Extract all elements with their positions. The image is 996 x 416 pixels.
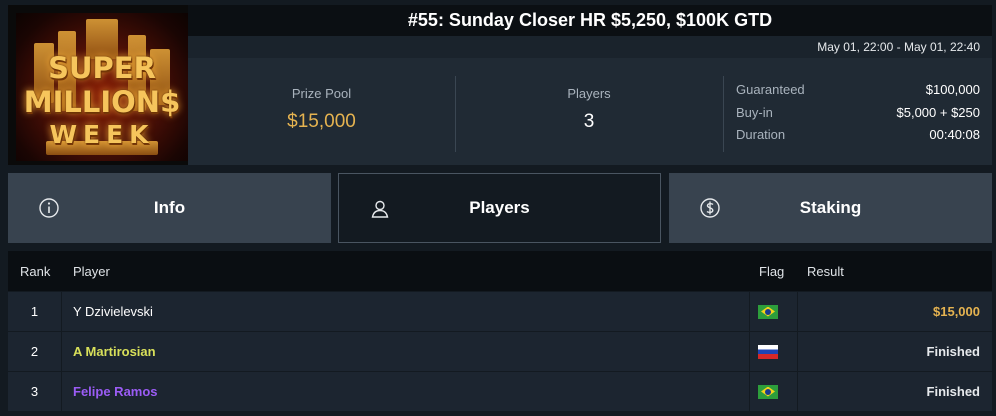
date-row: May 01, 22:00 - May 01, 22:40: [188, 36, 992, 58]
tournament-header: #55: Sunday Closer HR $5,250, $100K GTD: [188, 5, 992, 36]
result-cell: Finished: [926, 344, 980, 359]
brazil-flag-icon: [758, 384, 778, 399]
flag-cell: [758, 332, 778, 371]
players-value: 3: [583, 111, 595, 132]
logo-line-super: SUPER: [48, 51, 156, 85]
dollar-coin-icon: [700, 198, 720, 218]
header-rank: Rank: [20, 264, 51, 279]
tournament-title: #55: Sunday Closer HR $5,250, $100K GTD: [407, 10, 773, 30]
rank-cell: 1: [30, 304, 39, 319]
flag-cell: [758, 372, 778, 411]
tournament-dates: May 01, 22:00 - May 01, 22:40: [817, 40, 980, 54]
player-name[interactable]: A Martirosian: [73, 332, 156, 371]
guaranteed-value: $100,000: [925, 82, 980, 97]
russia-flag-icon: [758, 344, 778, 359]
tab-info[interactable]: Info: [8, 173, 331, 243]
table-row: 2 A Martirosian Finished: [8, 332, 992, 371]
player-name[interactable]: Y Dzivielevski: [73, 292, 153, 331]
tab-staking-label: Staking: [799, 198, 862, 217]
prize-pool-label: Prize Pool: [291, 86, 352, 101]
header-flag: Flag: [759, 264, 785, 279]
table-row: 1 Y Dzivielevski $15,000: [8, 292, 992, 331]
flag-cell: [758, 292, 778, 331]
logo-line-week: WEEK: [49, 120, 155, 149]
rank-cell: 2: [30, 344, 39, 359]
result-cell: $15,000: [933, 304, 980, 319]
prize-pool-stat: Prize Pool $15,000: [188, 58, 455, 165]
tab-staking[interactable]: Staking: [669, 173, 992, 243]
logo-line-millions: MILLION$: [23, 85, 181, 119]
brazil-flag-icon: [758, 304, 778, 319]
rank-cell: 3: [30, 384, 39, 399]
header-result: Result: [807, 264, 844, 279]
player-name[interactable]: Felipe Ramos: [73, 372, 158, 411]
user-icon: [371, 200, 389, 218]
guaranteed-label: Guaranteed: [736, 82, 805, 97]
result-cell: Finished: [926, 384, 980, 399]
players-label: Players: [567, 86, 611, 101]
tab-players-label: Players: [469, 198, 530, 217]
players-table-header: Rank Player Flag Result: [8, 251, 992, 291]
tournament-logo: SUPER MILLION$ WEEK: [8, 5, 188, 165]
duration-value: 00:40:08: [929, 127, 980, 142]
buyin-value: $5,000 + $250: [896, 105, 981, 120]
players-stat: Players 3: [455, 58, 723, 165]
table-row: 3 Felipe Ramos Finished: [8, 372, 992, 411]
tab-info-label: Info: [153, 198, 186, 217]
header-player: Player: [73, 264, 110, 279]
stats-panel: Prize Pool $15,000 Players 3 Guaranteed …: [188, 58, 992, 165]
prize-pool-value: $15,000: [287, 111, 356, 132]
tab-players[interactable]: Players: [338, 173, 661, 243]
duration-label: Duration: [736, 127, 786, 142]
info-icon: [39, 198, 59, 218]
buyin-label: Buy-in: [736, 105, 773, 120]
stats-divider: [723, 76, 724, 152]
super-millions-week-logo-art: SUPER MILLION$ WEEK: [16, 13, 188, 161]
